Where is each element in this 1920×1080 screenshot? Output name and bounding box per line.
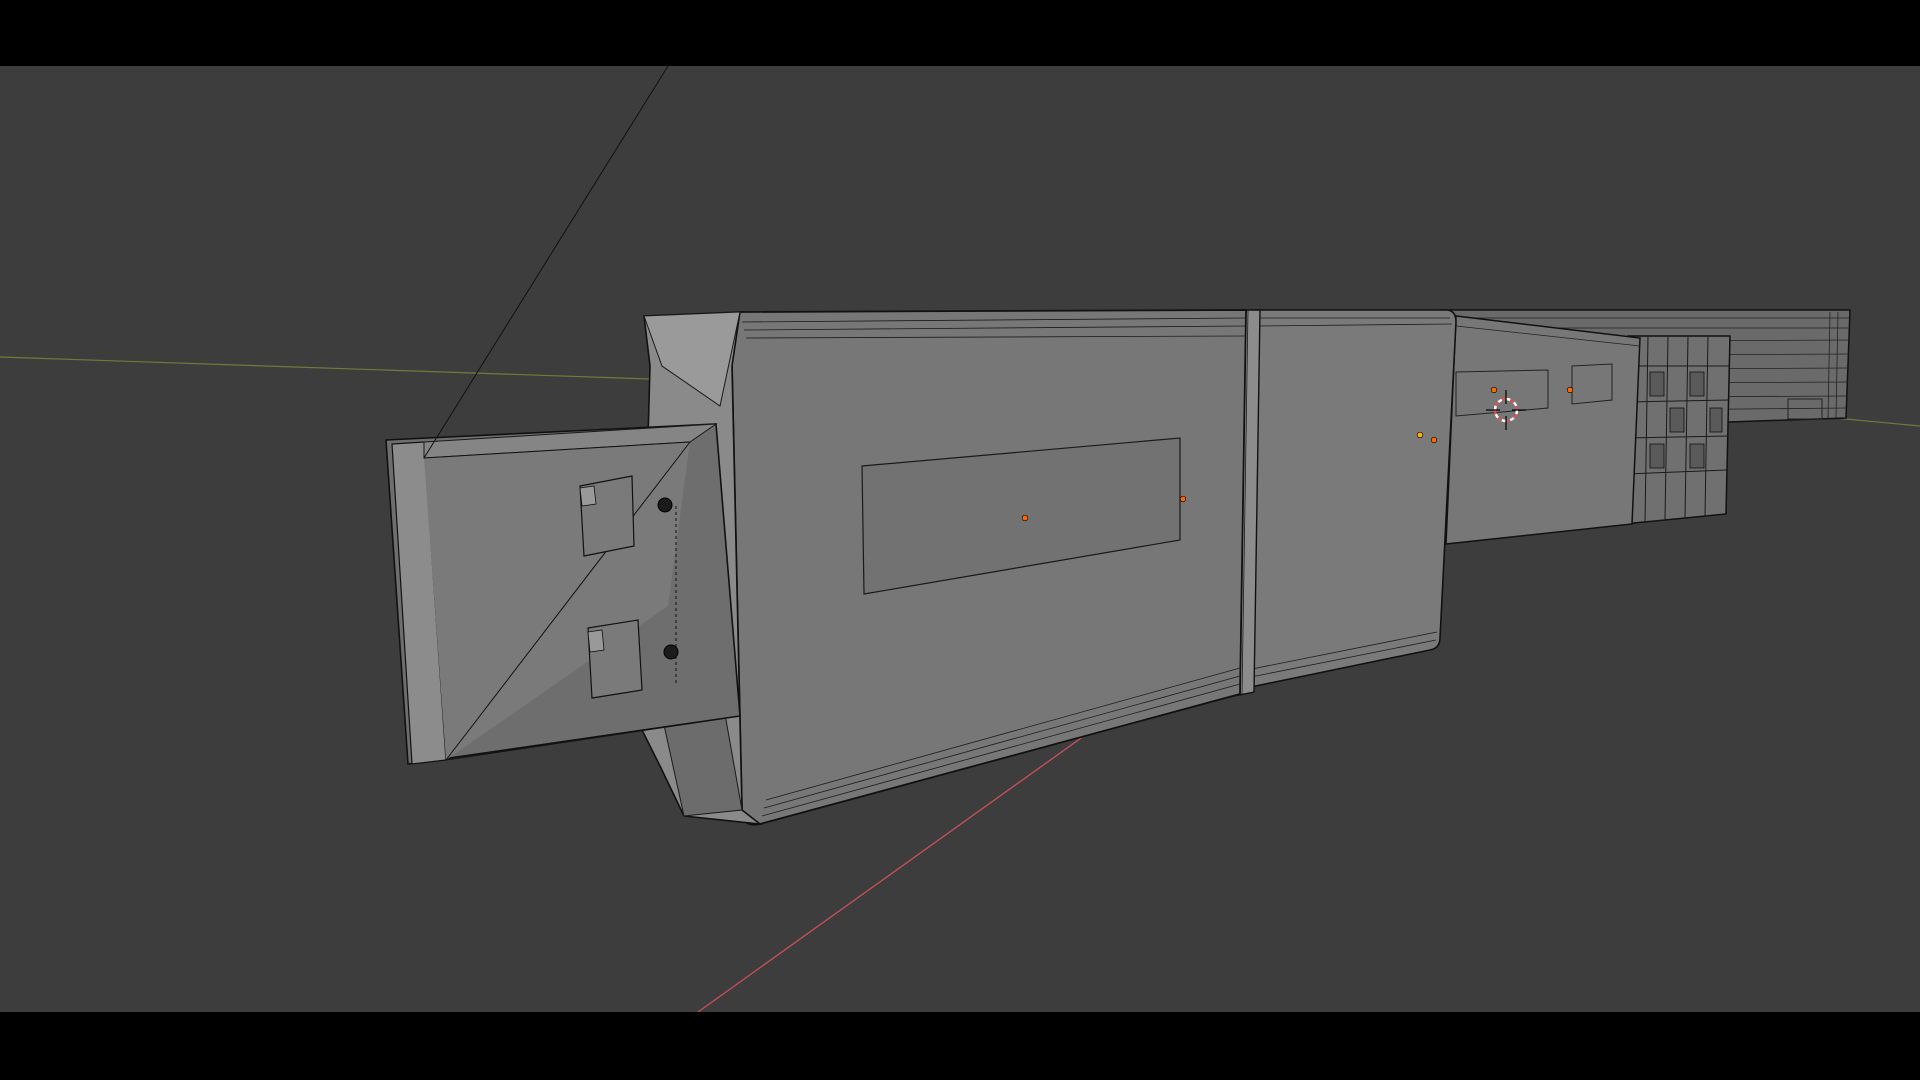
connector-pin-top <box>657 497 673 513</box>
y-axis-line <box>0 356 651 380</box>
main-body-segment[interactable] <box>731 309 1247 826</box>
rear-body-section[interactable] <box>1445 315 1641 545</box>
middle-body-segment[interactable] <box>1245 309 1457 689</box>
connector-pin-bottom <box>663 644 679 660</box>
y-axis-line-right <box>1834 417 1920 427</box>
3d-viewport[interactable] <box>0 66 1920 1012</box>
connector-slot-top <box>579 475 635 557</box>
ribbed-block[interactable] <box>1623 335 1731 525</box>
letterbox-bottom <box>0 1012 1920 1080</box>
letterbox-top <box>0 0 1920 66</box>
viewport-canvas[interactable] <box>0 66 1920 1012</box>
connector-slot-bottom <box>587 619 643 699</box>
